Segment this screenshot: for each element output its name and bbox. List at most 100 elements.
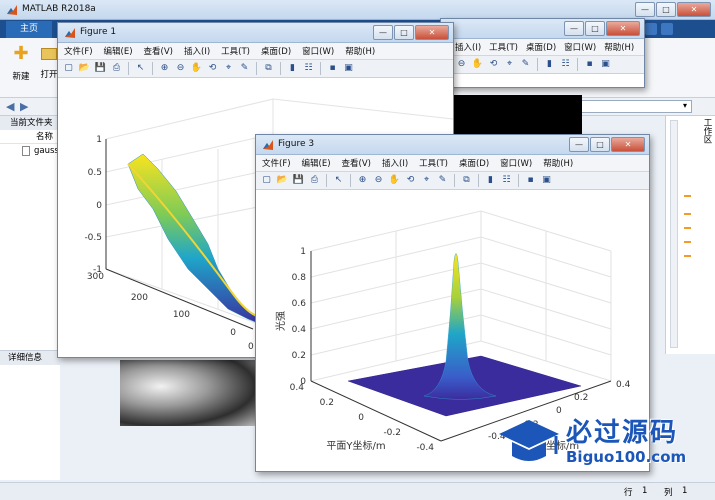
fig1-menu-desktop[interactable]: 桌面(D) bbox=[261, 45, 291, 57]
zoom-out-icon[interactable]: ⊖ bbox=[174, 62, 187, 75]
new-button[interactable]: ✚ 新建 bbox=[8, 44, 34, 88]
hide-tools-icon[interactable]: ▪ bbox=[583, 58, 596, 71]
fig1-menu-window[interactable]: 窗口(W) bbox=[302, 45, 334, 57]
details-panel: 详细信息 bbox=[0, 350, 60, 480]
fig3-z-tick: 0.8 bbox=[292, 273, 307, 283]
bg-menu-desktop[interactable]: 桌面(D) bbox=[526, 41, 556, 53]
fig1-menu-edit[interactable]: 编辑(E) bbox=[104, 45, 133, 57]
fig3-menu-insert[interactable]: 插入(I) bbox=[382, 157, 408, 169]
fig3-close-button[interactable]: ✕ bbox=[611, 137, 645, 152]
back-arrow-icon[interactable]: ◀ bbox=[6, 100, 14, 113]
brush-icon[interactable]: ✎ bbox=[519, 58, 532, 71]
zoom-out-icon[interactable]: ⊖ bbox=[372, 174, 385, 187]
bg-menu-tools[interactable]: 工具(T) bbox=[489, 41, 518, 53]
fig1-menu-file[interactable]: 文件(F) bbox=[64, 45, 93, 57]
zoom-in-icon[interactable]: ⊕ bbox=[356, 174, 369, 187]
figure3-menubar: 文件(F) 编辑(E) 查看(V) 插入(I) 工具(T) 桌面(D) 窗口(W… bbox=[256, 155, 649, 172]
current-folder-header: 当前文件夹 bbox=[0, 116, 59, 130]
link-plot-icon[interactable]: ⧉ bbox=[262, 62, 275, 75]
hide-tools-icon[interactable]: ▪ bbox=[326, 62, 339, 75]
maximize-button[interactable]: □ bbox=[656, 2, 676, 17]
legend-icon[interactable]: ☷ bbox=[302, 62, 315, 75]
fig1-maximize-button[interactable]: □ bbox=[394, 25, 414, 40]
fig1-menu-view[interactable]: 查看(V) bbox=[144, 45, 173, 57]
new-figure-icon[interactable]: ▢ bbox=[260, 174, 273, 187]
legend-icon[interactable]: ☷ bbox=[559, 58, 572, 71]
grayscale-image-preview bbox=[120, 360, 256, 426]
bg-menu-window[interactable]: 窗口(W) bbox=[564, 41, 596, 53]
pan-hand-icon[interactable]: ✋ bbox=[190, 62, 203, 75]
file-list-item[interactable]: gauss bbox=[0, 144, 59, 158]
fig3-y-tick: 0.4 bbox=[290, 383, 305, 393]
fig3-menu-tools[interactable]: 工具(T) bbox=[419, 157, 448, 169]
figure3-toolbar: ▢ 📂 💾 ⎙ ↖ ⊕ ⊖ ✋ ⟲ ⌖ ✎ ⧉ ▮ ☷ ▪ ▣ bbox=[256, 172, 649, 190]
fig1-z-tick: 0.5 bbox=[88, 168, 102, 178]
fig3-minimize-button[interactable]: — bbox=[569, 137, 589, 152]
dock-icon[interactable]: ▣ bbox=[540, 174, 553, 187]
pan-hand-icon[interactable]: ✋ bbox=[388, 174, 401, 187]
open-file-icon[interactable]: 📂 bbox=[276, 174, 289, 187]
legend-icon[interactable]: ☷ bbox=[500, 174, 513, 187]
fig3-menu-file[interactable]: 文件(F) bbox=[262, 157, 291, 169]
bg-menu-insert[interactable]: 插入(I) bbox=[455, 41, 481, 53]
select-arrow-icon[interactable]: ↖ bbox=[332, 174, 345, 187]
fig3-z-tick: 1 bbox=[300, 247, 306, 257]
brush-icon[interactable]: ✎ bbox=[436, 174, 449, 187]
bg-close-button[interactable]: ✕ bbox=[606, 21, 640, 36]
open-file-icon[interactable]: 📂 bbox=[78, 62, 91, 75]
fig3-menu-desktop[interactable]: 桌面(D) bbox=[459, 157, 489, 169]
main-window-controls: — □ ✕ bbox=[635, 2, 711, 17]
colorbar-icon[interactable]: ▮ bbox=[286, 62, 299, 75]
fig1-menu-tools[interactable]: 工具(T) bbox=[221, 45, 250, 57]
zoom-in-icon[interactable]: ⊕ bbox=[158, 62, 171, 75]
fig1-minimize-button[interactable]: — bbox=[373, 25, 393, 40]
forward-arrow-icon[interactable]: ▶ bbox=[20, 100, 28, 113]
bg-minimize-button[interactable]: — bbox=[564, 21, 584, 36]
select-arrow-icon[interactable]: ↖ bbox=[134, 62, 147, 75]
workspace-vertical-tab[interactable]: 工作区 bbox=[701, 118, 713, 144]
pan-hand-icon[interactable]: ✋ bbox=[471, 58, 484, 71]
fig3-menu-edit[interactable]: 编辑(E) bbox=[302, 157, 331, 169]
code-analyzer-markers bbox=[684, 195, 692, 275]
fig1-close-button[interactable]: ✕ bbox=[415, 25, 449, 40]
close-button[interactable]: ✕ bbox=[677, 2, 711, 17]
tab-home[interactable]: 主页 bbox=[6, 21, 52, 38]
fig3-menu-view[interactable]: 查看(V) bbox=[342, 157, 371, 169]
figure1-toolbar: ▢ 📂 💾 ⎙ ↖ ⊕ ⊖ ✋ ⟲ ⌖ ✎ ⧉ ▮ ☷ ▪ ▣ bbox=[58, 60, 453, 78]
new-figure-icon[interactable]: ▢ bbox=[62, 62, 75, 75]
bg-menu-help[interactable]: 帮助(H) bbox=[604, 41, 634, 53]
minimize-button[interactable]: — bbox=[635, 2, 655, 17]
rotate-3d-icon[interactable]: ⟲ bbox=[206, 62, 219, 75]
help-icon[interactable] bbox=[661, 23, 673, 35]
fig1-menu-help[interactable]: 帮助(H) bbox=[345, 45, 375, 57]
link-plot-icon[interactable]: ⧉ bbox=[460, 174, 473, 187]
data-cursor-icon[interactable]: ⌖ bbox=[420, 174, 433, 187]
scrollbar-track[interactable] bbox=[670, 120, 678, 348]
colorbar-icon[interactable]: ▮ bbox=[543, 58, 556, 71]
bg-maximize-button[interactable]: □ bbox=[585, 21, 605, 36]
zoom-out-icon[interactable]: ⊖ bbox=[455, 58, 468, 71]
brush-icon[interactable]: ✎ bbox=[238, 62, 251, 75]
rotate-3d-icon[interactable]: ⟲ bbox=[404, 174, 417, 187]
main-window-title: MATLAB R2018a bbox=[22, 4, 96, 14]
search-docs-icon[interactable] bbox=[645, 23, 657, 35]
dock-icon[interactable]: ▣ bbox=[342, 62, 355, 75]
fig1-menu-insert[interactable]: 插入(I) bbox=[184, 45, 210, 57]
save-icon[interactable]: 💾 bbox=[94, 62, 107, 75]
data-cursor-icon[interactable]: ⌖ bbox=[503, 58, 516, 71]
dropdown-chevron-icon[interactable]: ▾ bbox=[683, 101, 687, 110]
dock-icon[interactable]: ▣ bbox=[599, 58, 612, 71]
fig3-menu-help[interactable]: 帮助(H) bbox=[543, 157, 573, 169]
data-cursor-icon[interactable]: ⌖ bbox=[222, 62, 235, 75]
fig3-maximize-button[interactable]: □ bbox=[590, 137, 610, 152]
name-column-header[interactable]: 名称 bbox=[0, 130, 59, 144]
print-icon[interactable]: ⎙ bbox=[308, 174, 321, 187]
fig3-y-tick: 0 bbox=[358, 413, 364, 423]
save-icon[interactable]: 💾 bbox=[292, 174, 305, 187]
rotate-3d-icon[interactable]: ⟲ bbox=[487, 58, 500, 71]
figure3-titlebar: Figure 3 — □ ✕ bbox=[256, 135, 649, 155]
fig3-menu-window[interactable]: 窗口(W) bbox=[500, 157, 532, 169]
hide-tools-icon[interactable]: ▪ bbox=[524, 174, 537, 187]
colorbar-icon[interactable]: ▮ bbox=[484, 174, 497, 187]
print-icon[interactable]: ⎙ bbox=[110, 62, 123, 75]
